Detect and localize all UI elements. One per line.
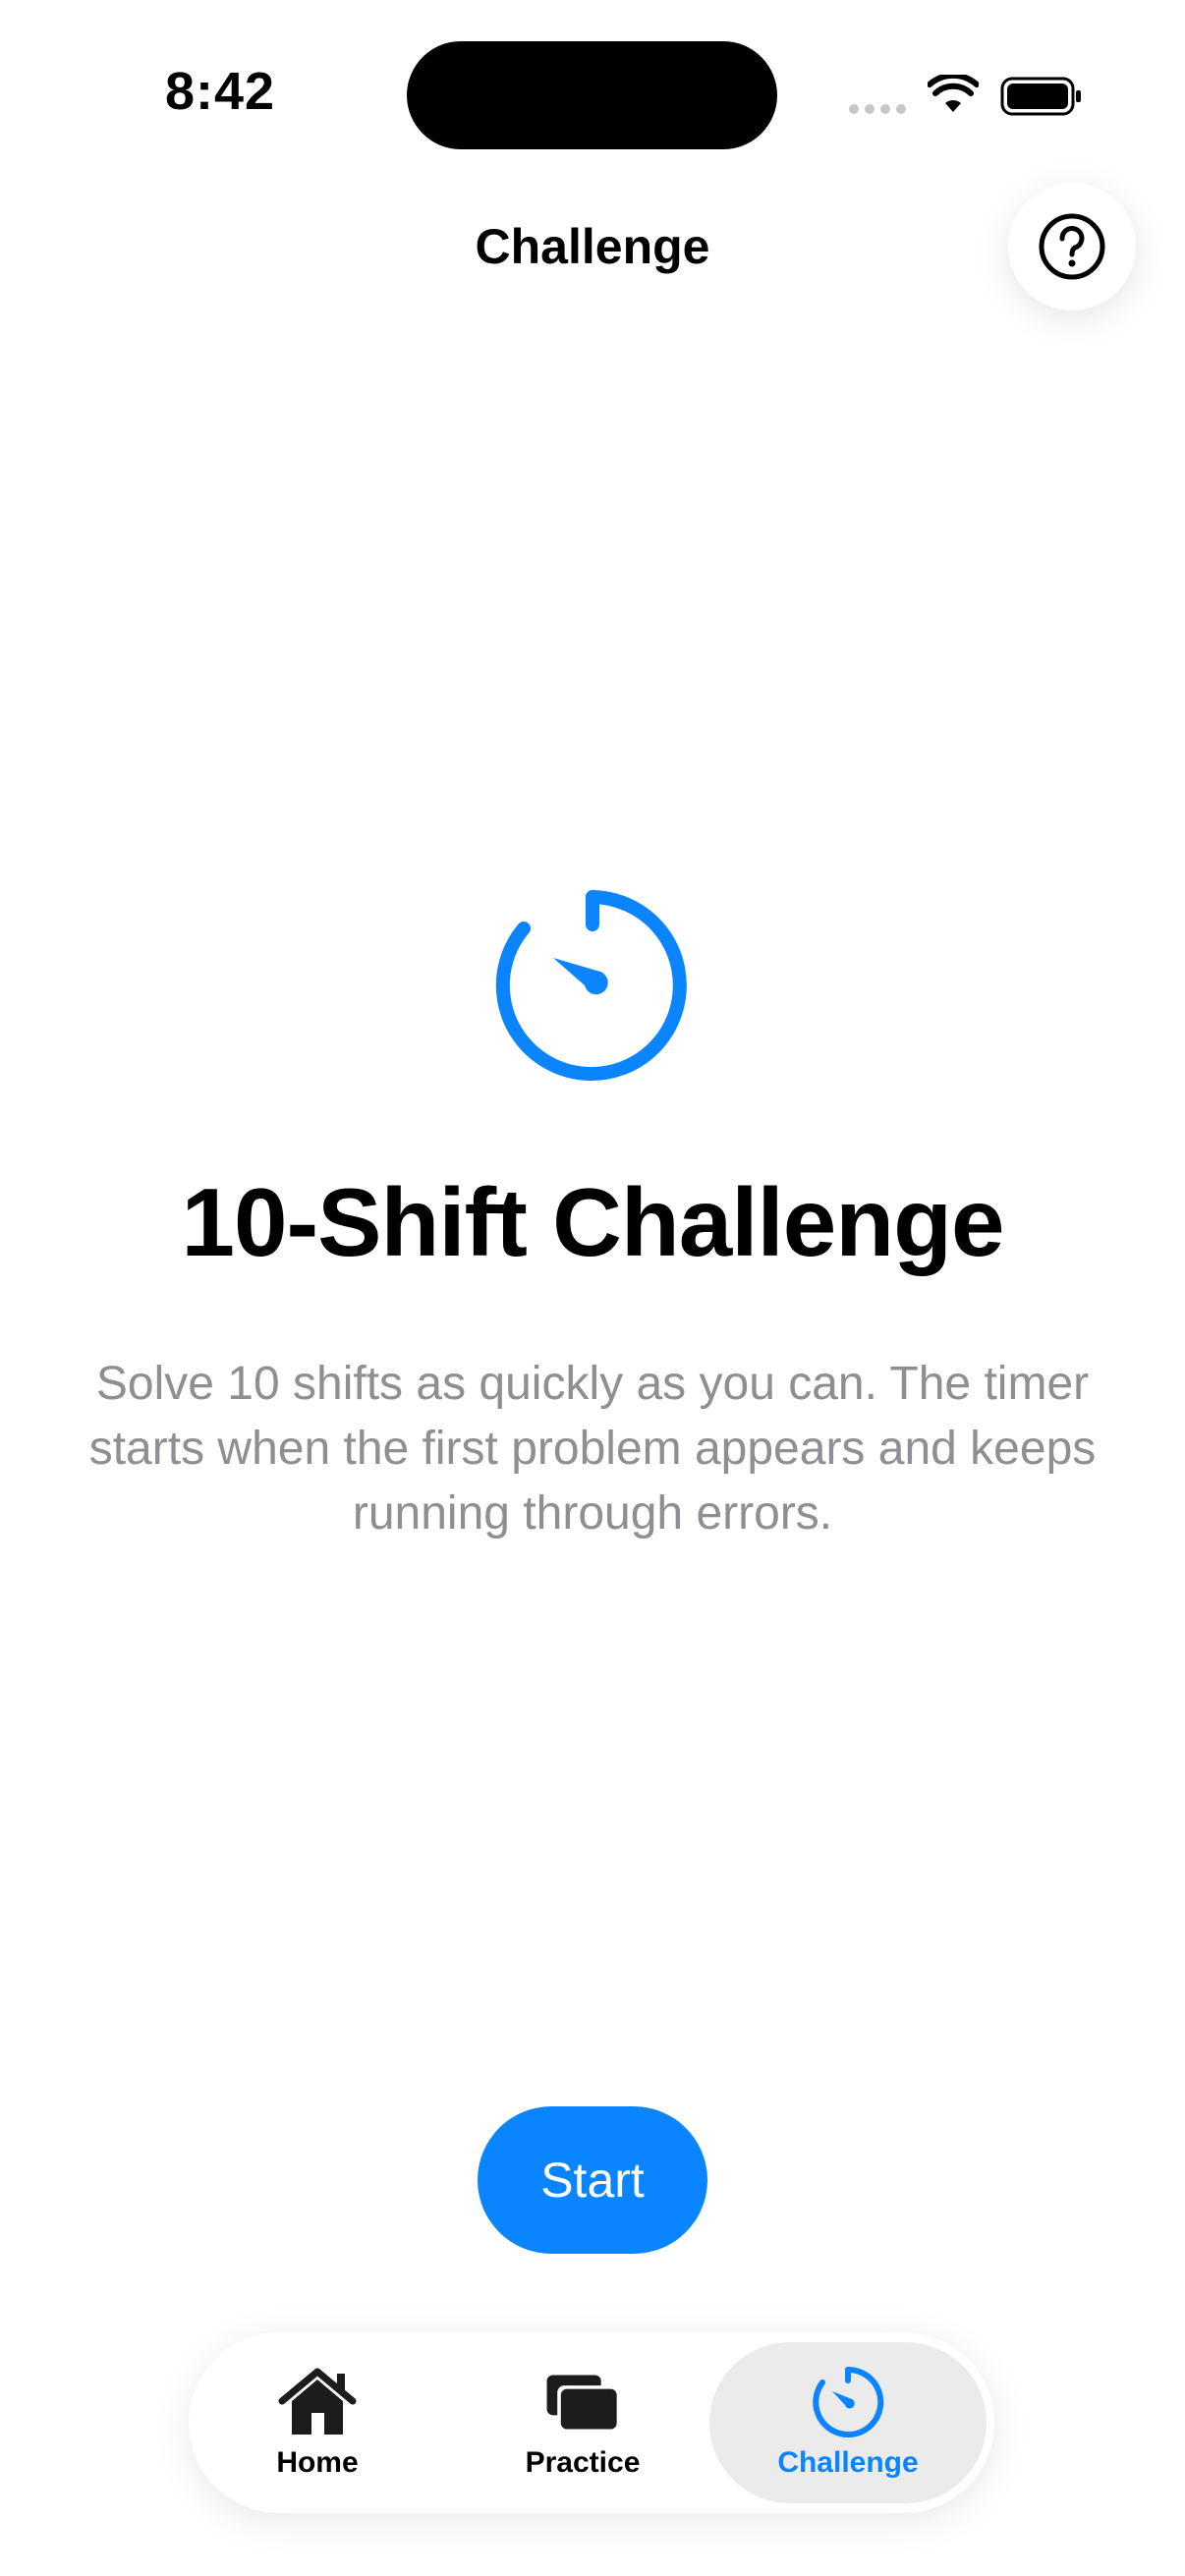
tab-label: Challenge bbox=[777, 2446, 919, 2479]
tab-label: Home bbox=[276, 2446, 359, 2479]
dynamic-island bbox=[407, 41, 777, 149]
timer-icon bbox=[813, 2366, 884, 2437]
tab-practice[interactable]: Practice bbox=[454, 2342, 711, 2503]
help-button[interactable] bbox=[1008, 183, 1136, 310]
cellular-signal-icon bbox=[849, 104, 906, 114]
challenge-headline: 10-Shift Challenge bbox=[181, 1168, 1005, 1276]
question-circle-icon bbox=[1039, 213, 1105, 280]
wifi-icon bbox=[928, 75, 979, 112]
cards-icon bbox=[546, 2375, 619, 2432]
tab-bar: Home Practice Challenge bbox=[189, 2332, 994, 2513]
battery-icon bbox=[1000, 77, 1081, 116]
house-icon bbox=[278, 2368, 357, 2435]
tab-challenge[interactable]: Challenge bbox=[709, 2342, 987, 2503]
start-button[interactable]: Start bbox=[478, 2106, 707, 2254]
status-time: 8:42 bbox=[165, 62, 276, 121]
challenge-description: Solve 10 shifts as quickly as you can. T… bbox=[88, 1358, 1097, 1540]
tab-label: Practice bbox=[525, 2446, 641, 2479]
tab-home[interactable]: Home bbox=[189, 2342, 446, 2503]
timer-icon bbox=[495, 890, 687, 1081]
